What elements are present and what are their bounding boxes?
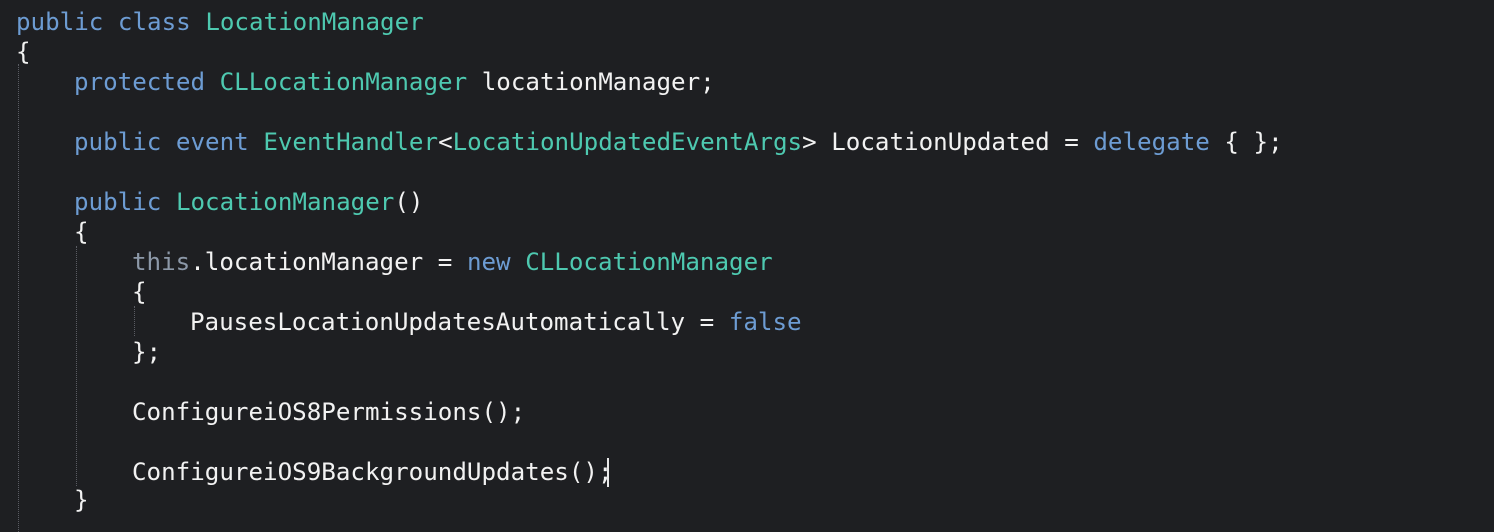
- code-token: > LocationUpdated =: [802, 128, 1094, 156]
- code-token: <: [438, 128, 453, 156]
- code-line[interactable]: {: [132, 277, 147, 307]
- code-line[interactable]: public event EventHandler<LocationUpdate…: [74, 127, 1283, 157]
- code-token: }: [74, 486, 89, 514]
- code-token: locationManager;: [467, 68, 715, 96]
- code-token: CLLocationManager: [219, 68, 468, 96]
- code-token: LocationManager: [175, 188, 395, 216]
- code-line[interactable]: public class LocationManager: [16, 7, 424, 37]
- indent-guide: [76, 246, 77, 486]
- code-token: {: [16, 38, 31, 66]
- code-line[interactable]: protected CLLocationManager locationMana…: [74, 67, 715, 97]
- code-token: {: [132, 278, 147, 306]
- code-token: LocationUpdatedEventArgs: [452, 128, 803, 156]
- code-token: ConfigureiOS8Permissions();: [132, 398, 526, 426]
- code-token: ConfigureiOS9BackgroundUpdates();: [132, 458, 613, 486]
- code-line[interactable]: this.locationManager = new CLLocationMan…: [132, 247, 773, 277]
- code-token: .locationManager =: [190, 248, 467, 276]
- code-token: this: [132, 248, 191, 276]
- code-line[interactable]: ConfigureiOS8Permissions();: [132, 397, 525, 427]
- code-token: PausesLocationUpdatesAutomatically =: [190, 308, 729, 336]
- code-line[interactable]: }: [74, 485, 89, 515]
- indent-guide: [18, 64, 19, 532]
- code-token: public: [74, 188, 176, 216]
- code-line[interactable]: {: [74, 217, 89, 247]
- code-line[interactable]: PausesLocationUpdatesAutomatically = fal…: [190, 307, 802, 337]
- code-token: EventHandler: [263, 128, 439, 156]
- code-token: public class: [16, 8, 206, 36]
- indent-guide: [134, 306, 135, 336]
- code-token: public event: [74, 128, 264, 156]
- code-token: { };: [1209, 128, 1283, 156]
- code-line[interactable]: {: [16, 37, 31, 67]
- text-caret: [607, 458, 609, 487]
- code-token: new: [466, 248, 526, 276]
- code-token: CLLocationManager: [525, 248, 773, 276]
- code-token: LocationManager: [205, 8, 424, 36]
- code-token: delegate: [1093, 128, 1210, 156]
- code-token: };: [132, 338, 162, 366]
- code-token: false: [728, 308, 802, 336]
- code-token: (): [394, 188, 424, 216]
- code-token: {: [74, 218, 89, 246]
- code-token: protected: [74, 68, 220, 96]
- code-editor[interactable]: public class LocationManager { protected…: [0, 0, 1494, 532]
- code-line[interactable]: };: [132, 337, 161, 367]
- code-line[interactable]: public LocationManager(): [74, 187, 424, 217]
- code-line[interactable]: ConfigureiOS9BackgroundUpdates();: [132, 457, 613, 487]
